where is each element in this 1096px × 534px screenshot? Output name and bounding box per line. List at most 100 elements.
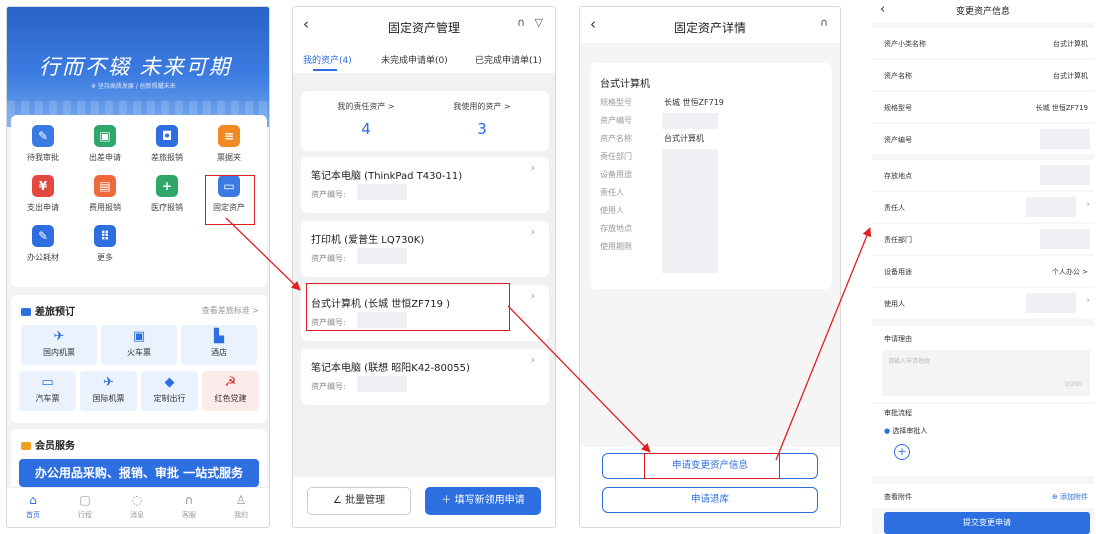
asset-no-value [357, 248, 407, 264]
detail-field-label: 使用人 [600, 206, 624, 215]
app-office-supplies[interactable]: ✎ 办公耗材 [15, 225, 71, 263]
page-title: 变更资产信息 [955, 7, 1010, 17]
form-input[interactable] [1040, 229, 1090, 249]
reason-textarea[interactable]: 请输入申请理由 0/200 [882, 350, 1090, 396]
tab-label: 消息 [130, 511, 144, 519]
app-label: 医疗报销 [151, 203, 183, 212]
app-label: 出差申请 [89, 153, 121, 162]
tile-plane[interactable]: ✈ 国内机票 [21, 325, 97, 365]
tab-profile[interactable]: ♙ 我的 [215, 492, 267, 520]
apply-return-button[interactable]: 申请退库 [602, 487, 818, 513]
tile-bus[interactable]: ▭ 汽车票 [19, 371, 76, 411]
nav-bar: ‹ 固定资产管理 ∩ ▽ [293, 7, 555, 43]
tab-home[interactable]: ⌂ 首页 [7, 492, 59, 520]
office-supplies-icon: ✎ [32, 225, 54, 247]
hero-banner: 行而不辍 未来可期 ※ 坚持高质发展 / 创新照耀未来 [7, 7, 269, 127]
app-approve[interactable]: ✎ 待我审批 [15, 125, 71, 163]
hero-subtitle: ※ 坚持高质发展 / 创新照耀未来 [91, 83, 176, 90]
tab-completed-requests[interactable]: 已完成申请单(1) [475, 53, 542, 66]
custom-trip-icon: ◆ [164, 375, 175, 390]
tile-label: 火车票 [127, 348, 151, 357]
form-row[interactable]: 责任人 › [872, 192, 1094, 222]
tile-hotel[interactable]: ▙ 酒店 [181, 325, 257, 365]
submit-change-button[interactable]: 提交变更申请 [884, 512, 1090, 534]
add-approver-icon[interactable]: + [894, 444, 910, 460]
form-input[interactable] [1040, 129, 1090, 149]
form-input[interactable] [1026, 197, 1076, 217]
form-row[interactable]: 责任部门 [872, 224, 1094, 254]
headset-icon[interactable]: ∩ [820, 16, 828, 29]
app-medical[interactable]: + 医疗报销 [139, 175, 195, 213]
new-request-button[interactable]: ＋ 填写新领用申请 [425, 487, 541, 515]
app-ticket[interactable]: ≡ 票据夹 [201, 125, 257, 163]
form-row[interactable]: 资产编号 [872, 124, 1094, 154]
app-more[interactable]: ⠿ 更多 [77, 225, 133, 263]
app-wallet[interactable]: ◘ 差旅报销 [139, 125, 195, 163]
form-input[interactable] [1040, 165, 1090, 185]
reason-section: 申请理由 请输入申请理由 0/200 [872, 326, 1094, 402]
message-icon: ◌ [131, 493, 143, 507]
profile-icon: ♙ [235, 493, 247, 507]
form-row[interactable]: 设备用途 个人办公 > [872, 256, 1094, 286]
add-attachment-link[interactable]: ⊕ 添加附件 [1052, 492, 1088, 502]
tile-train[interactable]: ▣ 火车票 [101, 325, 177, 365]
highlight-desktop-asset [306, 283, 510, 331]
tile-intl-plane[interactable]: ✈ 国际机票 [80, 371, 137, 411]
tile-label: 红色党建 [214, 394, 247, 403]
asset-stats-card: 我的责任资产 > 4 我使用的资产 > 3 [301, 91, 549, 151]
form-row[interactable]: 规格型号 长城 世恒ZF719 [872, 92, 1094, 122]
tile-custom-trip[interactable]: ◆ 定制出行 [141, 371, 198, 411]
detail-field-label: 规格型号 [600, 98, 632, 107]
briefcase-icon: ▣ [94, 125, 116, 147]
headset-icon[interactable]: ∩ [517, 16, 525, 29]
tab-label: 行程 [78, 511, 92, 519]
member-service-card: 会员服务 办公用品采购、报销、审批 一站式服务 [11, 429, 267, 489]
asset-list-item[interactable]: 笔记本电脑 (联想 昭阳K42-80055) › 资产编号: [301, 349, 549, 405]
member-banner[interactable]: 办公用品采购、报销、审批 一站式服务 [19, 459, 259, 487]
app-label: 更多 [97, 253, 113, 262]
app-expense[interactable]: ¥ 支出申请 [15, 175, 71, 213]
tab-itinerary[interactable]: ▢ 行程 [59, 492, 111, 520]
form-row[interactable]: 资产名称 台式计算机 [872, 60, 1094, 90]
attachment-label: 查看附件 [884, 493, 912, 501]
travel-standard-link[interactable]: 查看差旅标准 > [202, 305, 259, 316]
hotel-icon: ▙ [214, 329, 224, 344]
stat-responsible[interactable]: 我的责任资产 > 4 [311, 101, 421, 138]
form-row[interactable]: 存放地点 [872, 160, 1094, 190]
form-input[interactable] [1026, 293, 1076, 313]
form-row[interactable]: 使用人 › [872, 288, 1094, 318]
approve-icon: ✎ [32, 125, 54, 147]
tab-message[interactable]: ◌ 消息 [111, 492, 163, 520]
detail-field-label: 存放地点 [600, 224, 632, 233]
itinerary-icon: ▢ [79, 493, 91, 507]
stat-using[interactable]: 我使用的资产 > 3 [427, 101, 537, 138]
app-receipt[interactable]: ▤ 费用报销 [77, 175, 133, 213]
filter-icon[interactable]: ▽ [535, 16, 543, 29]
travel-booking-card: 差旅预订 查看差旅标准 > ✈ 国内机票 ▣ 火车票 ▙ 酒店 ▭ 汽车票 ✈ 国际机票 ◆ 定制出行… [11, 295, 267, 423]
asset-title: 台式计算机 [600, 79, 650, 90]
asset-list-item[interactable]: 笔记本电脑 (ThinkPad T430-11) › 资产编号: [301, 157, 549, 213]
asset-no-value [357, 184, 407, 200]
asset-name-value: 台式计算机 [664, 134, 704, 143]
tab-my-assets[interactable]: 我的资产(4) [303, 53, 352, 66]
tab-pending-requests[interactable]: 未完成申请单(0) [381, 53, 448, 66]
app-briefcase[interactable]: ▣ 出差申请 [77, 125, 133, 163]
chevron-right-icon: › [531, 355, 535, 366]
tile-party[interactable]: ☭ 红色党建 [202, 371, 259, 411]
tab-headset[interactable]: ∩ 客服 [163, 492, 215, 520]
tab-label: 我的 [234, 511, 248, 519]
approval-flow-section: 审批流程 ● 选择审批人 + [872, 404, 1094, 476]
headset-icon: ∩ [184, 493, 194, 507]
app-label: 办公耗材 [27, 253, 59, 262]
form-row[interactable]: 资产小类名称 台式计算机 [872, 28, 1094, 58]
asset-list-item[interactable]: 打印机 (爱普生 LQ730K) › 资产编号: [301, 221, 549, 277]
detail-field-label: 使用期限 [600, 242, 632, 251]
batch-manage-button[interactable]: ∠ 批量管理 [307, 487, 411, 515]
spec-value: 长城 世恒ZF719 [664, 98, 724, 107]
app-label: 待我审批 [27, 153, 59, 162]
app-grid-card: ✎ 待我审批 ▣ 出差申请 ◘ 差旅报销 ≡ 票据夹 ¥ 支出申请 ▤ 费用报销 + 医疗报销 ▭ 固定资产 ✎… [11, 115, 267, 287]
home-screen: 行而不辍 未来可期 ※ 坚持高质发展 / 创新照耀未来 ✎ 待我审批 ▣ 出差申请 ◘ 差… [6, 6, 270, 528]
tab-label: 首页 [26, 511, 40, 519]
approver-row: ● 选择审批人 [884, 427, 928, 435]
flow-label: 审批流程 [884, 409, 912, 417]
